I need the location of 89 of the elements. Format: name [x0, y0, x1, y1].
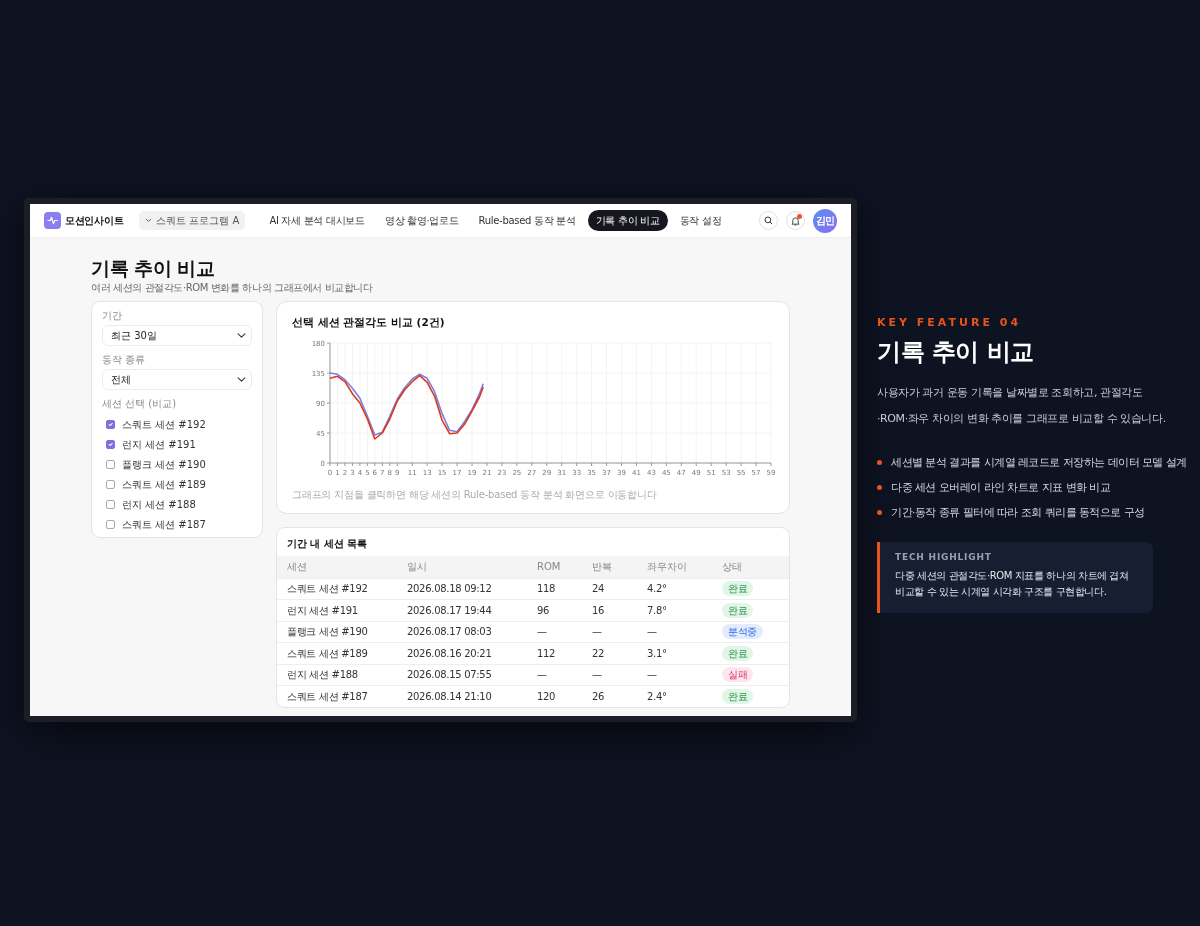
column-header: 일시 [397, 556, 527, 578]
page-title: 기록 추이 비교 [91, 256, 216, 280]
table-cell: — [637, 664, 712, 686]
feature-label: KEY FEATURE 04 [877, 315, 1023, 331]
table-cell: 2026.08.16 20:21 [397, 642, 527, 664]
table-cell: 2026.08.14 21:10 [397, 685, 527, 707]
table-cell: 16 [582, 599, 637, 621]
column-header: 좌우차이 [637, 556, 712, 578]
status-badge: 완료 [722, 581, 754, 597]
search-button[interactable] [759, 211, 778, 230]
status-badge: 완료 [722, 688, 754, 704]
bullet-dot [877, 485, 882, 491]
bell-icon [791, 215, 800, 226]
table-cell: 스쿼트 세션 #189 [277, 642, 397, 664]
bullet-text: 다중 세션 오버레이 라인 차트로 지표 변화 비교 [891, 479, 1111, 495]
table-cell: 플랭크 세션 #190 [277, 621, 397, 643]
table-cell: 24 [582, 578, 637, 600]
table-cell: 2.4° [637, 685, 712, 707]
nav-tab[interactable]: 기록 추이 비교 [587, 210, 668, 231]
exercise-type-select[interactable]: 전체 [102, 369, 252, 390]
checkbox[interactable] [106, 519, 115, 529]
table-cell: 96 [527, 599, 582, 621]
checkbox-label[interactable]: 스쿼트 세션 #187 [122, 516, 206, 532]
nav-tab[interactable]: AI 자세 분석 대시보드 [261, 210, 373, 231]
table-cell: 2026.08.18 09:12 [397, 578, 527, 600]
chart-title: 선택 세션 관절각도 비교 (2건) [292, 315, 446, 330]
table-cell: 4.2° [637, 578, 712, 600]
table-title: 기간 내 세션 목록 [286, 537, 369, 551]
bullet-dot [877, 510, 882, 516]
table-cell: — [582, 621, 637, 643]
status-badge: 분석중 [722, 624, 764, 640]
highlight-text: 다중 세션의 관절각도·ROM 지표를 하나의 차트에 겹쳐 비교할 수 있는 시계열 시각화 구조를 구현합니다. [895, 568, 1130, 599]
column-header: 세션 [277, 556, 397, 578]
checkbox-label[interactable]: 런지 세션 #191 [122, 436, 196, 452]
logo-icon [44, 212, 61, 229]
checkbox[interactable] [106, 479, 115, 489]
table-cell: 스쿼트 세션 #192 [277, 578, 397, 600]
column-header: 반복 [582, 556, 637, 578]
table-cell: 2026.08.15 07:55 [397, 664, 527, 686]
nav-tab[interactable]: Rule-based 동작 분석 [470, 210, 584, 231]
column-header: 상태 [712, 556, 789, 578]
table-cell: — [527, 621, 582, 643]
bullet-dot [877, 460, 882, 466]
chart-note: 그래프의 지점을 클릭하면 해당 세션의 Rule-based 동작 분석 화면으로 이동합니다 [292, 487, 658, 502]
status-badge: 실패 [722, 667, 754, 683]
checkbox[interactable] [106, 459, 115, 469]
table-cell: 118 [527, 578, 582, 600]
checkbox-label[interactable]: 런지 세션 #188 [122, 496, 196, 512]
feature-title: 기록 추이 비교 [877, 337, 1035, 367]
column-header: ROM [527, 556, 582, 578]
user-avatar[interactable]: 김민 [813, 208, 837, 233]
table-cell: — [527, 664, 582, 686]
checkbox-label[interactable]: 스쿼트 세션 #189 [122, 476, 206, 492]
bullet-text: 세션별 분석 결과를 시계열 레코드로 저장하는 데이터 모델 설계 [891, 454, 1187, 470]
app-logo-text: 모션인사이트 [65, 214, 124, 228]
table-cell: 112 [527, 642, 582, 664]
search-icon [764, 216, 773, 225]
checkbox-label[interactable]: 스쿼트 세션 #192 [122, 416, 206, 432]
table-cell: — [582, 664, 637, 686]
nav-tab[interactable]: 영상 촬영·업로드 [376, 210, 467, 231]
table-cell: 2026.08.17 08:03 [397, 621, 527, 643]
table-cell: 스쿼트 세션 #187 [277, 685, 397, 707]
table-cell: — [637, 621, 712, 643]
field-label: 동작 종류 [102, 354, 147, 366]
table-cell: 26 [582, 685, 637, 707]
checkbox-label[interactable]: 플랭크 세션 #190 [122, 456, 206, 472]
table-cell: 런지 세션 #188 [277, 664, 397, 686]
page-subtitle: 여러 세션의 관절각도·ROM 변화를 하나의 그래프에서 비교합니다 [91, 281, 374, 294]
notification-button[interactable] [786, 211, 805, 230]
field-label: 기간 [102, 310, 123, 322]
nav-tab[interactable]: 동작 설정 [671, 210, 730, 231]
table-cell: 120 [527, 685, 582, 707]
field-label: 세션 선택 (비교) [102, 398, 178, 410]
table-cell: 3.1° [637, 642, 712, 664]
status-badge: 완료 [722, 645, 754, 661]
table-cell: 22 [582, 642, 637, 664]
table-cell: 런지 세션 #191 [277, 599, 397, 621]
chevron-down-icon [145, 218, 153, 223]
status-badge: 완료 [722, 602, 754, 618]
checkbox[interactable] [106, 419, 115, 429]
checkbox[interactable] [106, 499, 115, 509]
table-cell: 2026.08.17 19:44 [397, 599, 527, 621]
table-cell: 7.8° [637, 599, 712, 621]
bullet-text: 기간·동작 종류 필터에 따라 조회 쿼리를 동적으로 구성 [891, 504, 1145, 520]
highlight-label: TECH HIGHLIGHT [895, 551, 993, 565]
checkbox[interactable] [106, 439, 115, 449]
feature-description: 사용자가 과거 운동 기록을 날짜별로 조회하고, 관절각도·ROM·좌우 차이의 변화 추이를 그래프로 비교할 수 있습니다. [877, 385, 1167, 428]
program-dropdown[interactable]: 스쿼트 프로그램 A [139, 211, 246, 230]
period-select[interactable]: 최근 30일 [102, 325, 252, 346]
